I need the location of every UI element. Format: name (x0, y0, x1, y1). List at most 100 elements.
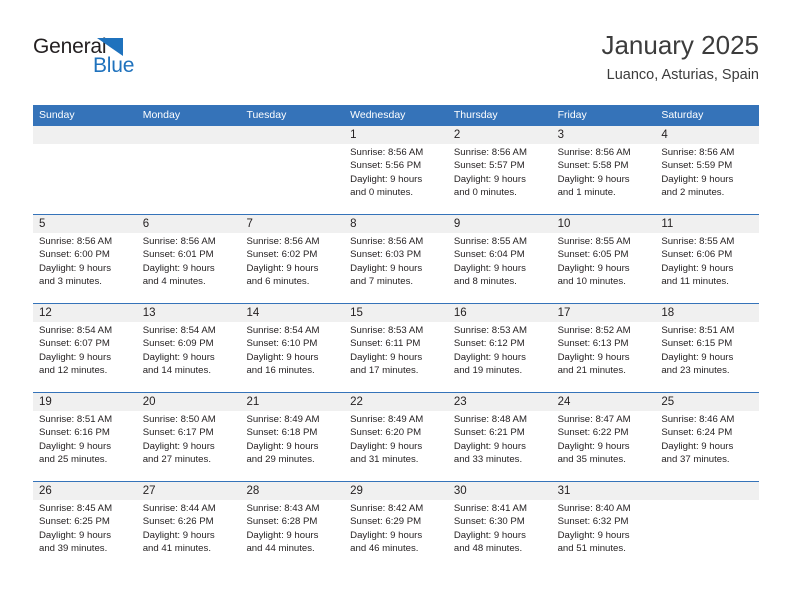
sunset-text: Sunset: 6:09 PM (142, 338, 214, 350)
sunset-text: Sunset: 6:26 PM (142, 516, 214, 528)
daylight-line2: and 23 minutes. (661, 364, 730, 376)
sunrise-text: Sunrise: 8:40 AM (557, 503, 631, 514)
page-subtitle: Luanco, Asturias, Spain (606, 67, 759, 83)
sunrise-text: Sunrise: 8:56 AM (453, 147, 527, 158)
day-cell: Sunrise: 8:51 AM Sunset: 6:15 PM Dayligh… (655, 322, 759, 392)
daylight-line2: and 27 minutes. (142, 453, 211, 465)
daylight-line2: and 48 minutes. (453, 542, 523, 554)
day-cell: Sunrise: 8:42 AM Sunset: 6:29 PM Dayligh… (344, 500, 448, 570)
daylight-line1: Daylight: 9 hours (661, 262, 734, 274)
day-number (33, 126, 137, 144)
sunset-text: Sunset: 6:04 PM (453, 249, 525, 261)
sunset-text: Sunset: 6:32 PM (557, 516, 629, 528)
daylight-line1: Daylight: 9 hours (142, 440, 215, 452)
day-number: 19 (39, 396, 52, 408)
calendar-grid: Sunday Monday Tuesday Wednesday Thursday… (33, 105, 759, 570)
daylight-line1: Daylight: 9 hours (142, 351, 215, 363)
sunrise-text: Sunrise: 8:53 AM (453, 325, 527, 336)
daylight-line1: Daylight: 9 hours (39, 529, 111, 541)
sunset-text: Sunset: 6:00 PM (39, 249, 110, 261)
day-number: 7 (246, 218, 253, 230)
sunrise-text: Sunrise: 8:56 AM (661, 147, 735, 158)
day-number: 8 (350, 218, 357, 230)
daylight-line1: Daylight: 9 hours (39, 351, 111, 363)
daylight-line2: and 31 minutes. (350, 453, 419, 465)
weekday-header-saturday: Saturday (661, 109, 704, 121)
week-day-details: Sunrise: 8:56 AM Sunset: 6:00 PM Dayligh… (33, 233, 759, 303)
daylight-line1: Daylight: 9 hours (350, 262, 423, 274)
day-number: 13 (142, 307, 156, 319)
day-number: 25 (661, 396, 675, 408)
day-cell: Sunrise: 8:45 AM Sunset: 6:25 PM Dayligh… (33, 500, 137, 570)
sunset-text: Sunset: 6:06 PM (661, 249, 733, 261)
sunrise-text: Sunrise: 8:56 AM (350, 236, 424, 247)
sunset-text: Sunset: 6:28 PM (246, 516, 318, 528)
sunrise-text: Sunrise: 8:49 AM (350, 414, 424, 425)
day-cell (137, 144, 241, 214)
weekday-header-tuesday: Tuesday (246, 109, 287, 121)
day-number: 31 (557, 485, 571, 497)
day-number: 6 (142, 218, 150, 230)
title-block: January 2025 Luanco, Asturias, Spain (601, 28, 759, 86)
weekday-header-friday: Friday (557, 109, 587, 121)
daylight-line2: and 25 minutes. (39, 453, 108, 465)
daylight-line2: and 39 minutes. (39, 542, 108, 554)
weekday-header-row: Sunday Monday Tuesday Wednesday Thursday… (33, 105, 759, 125)
sunrise-text: Sunrise: 8:41 AM (453, 503, 527, 514)
week-date-numbers: 19 20 21 22 23 24 25 (33, 393, 759, 411)
day-cell: Sunrise: 8:49 AM Sunset: 6:20 PM Dayligh… (344, 411, 448, 481)
sunrise-text: Sunrise: 8:47 AM (557, 414, 631, 425)
daylight-line2: and 29 minutes. (246, 453, 315, 465)
weekday-header-sunday: Sunday (39, 109, 75, 121)
sunset-text: Sunset: 6:12 PM (453, 338, 525, 350)
day-cell: Sunrise: 8:54 AM Sunset: 6:09 PM Dayligh… (137, 322, 241, 392)
day-number: 17 (557, 307, 571, 319)
day-cell: Sunrise: 8:43 AM Sunset: 6:28 PM Dayligh… (240, 500, 344, 570)
day-cell: Sunrise: 8:53 AM Sunset: 6:11 PM Dayligh… (344, 322, 448, 392)
day-cell: Sunrise: 8:56 AM Sunset: 6:03 PM Dayligh… (344, 233, 448, 303)
daylight-line2: and 19 minutes. (453, 364, 523, 376)
sunrise-text: Sunrise: 8:44 AM (142, 503, 216, 514)
daylight-line1: Daylight: 9 hours (661, 440, 734, 452)
day-number: 9 (453, 218, 461, 230)
day-cell: Sunrise: 8:56 AM Sunset: 5:56 PM Dayligh… (344, 144, 448, 214)
week-day-details: Sunrise: 8:54 AM Sunset: 6:07 PM Dayligh… (33, 322, 759, 392)
sunset-text: Sunset: 6:10 PM (246, 338, 318, 350)
day-number: 3 (557, 129, 564, 141)
daylight-line1: Daylight: 9 hours (557, 351, 630, 363)
day-number: 18 (661, 307, 675, 319)
daylight-line2: and 14 minutes. (142, 364, 211, 376)
day-cell: Sunrise: 8:41 AM Sunset: 6:30 PM Dayligh… (448, 500, 552, 570)
daylight-line1: Daylight: 9 hours (142, 262, 215, 274)
day-number: 28 (246, 485, 260, 497)
daylight-line2: and 11 minutes. (661, 275, 729, 287)
day-number: 10 (557, 218, 571, 230)
weekday-header-monday: Monday (142, 109, 181, 121)
day-number: 12 (39, 307, 52, 319)
sunrise-text: Sunrise: 8:56 AM (142, 236, 216, 247)
daylight-line2: and 16 minutes. (246, 364, 315, 376)
sunrise-text: Sunrise: 8:50 AM (142, 414, 216, 425)
daylight-line1: Daylight: 9 hours (246, 262, 319, 274)
sunset-text: Sunset: 6:30 PM (453, 516, 525, 528)
daylight-line1: Daylight: 9 hours (453, 440, 526, 452)
day-number: 11 (661, 218, 674, 230)
sunset-text: Sunset: 6:18 PM (246, 427, 318, 439)
week-day-details: Sunrise: 8:45 AM Sunset: 6:25 PM Dayligh… (33, 500, 759, 570)
day-cell: Sunrise: 8:50 AM Sunset: 6:17 PM Dayligh… (137, 411, 241, 481)
week-day-details: Sunrise: 8:56 AM Sunset: 5:56 PM Dayligh… (33, 144, 759, 214)
day-number: 29 (350, 485, 363, 497)
sunrise-text: Sunrise: 8:51 AM (39, 414, 113, 425)
sunset-text: Sunset: 5:56 PM (350, 160, 422, 172)
sunrise-text: Sunrise: 8:55 AM (453, 236, 527, 247)
day-number: 23 (453, 396, 467, 408)
day-cell: Sunrise: 8:48 AM Sunset: 6:21 PM Dayligh… (448, 411, 552, 481)
day-number: 1 (350, 129, 357, 141)
daylight-line2: and 10 minutes. (557, 275, 626, 287)
daylight-line2: and 41 minutes. (142, 542, 211, 554)
daylight-line2: and 37 minutes. (661, 453, 730, 465)
sunset-text: Sunset: 6:21 PM (453, 427, 525, 439)
sunset-text: Sunset: 6:24 PM (661, 427, 733, 439)
sunset-text: Sunset: 6:22 PM (557, 427, 629, 439)
day-number: 14 (246, 307, 260, 319)
